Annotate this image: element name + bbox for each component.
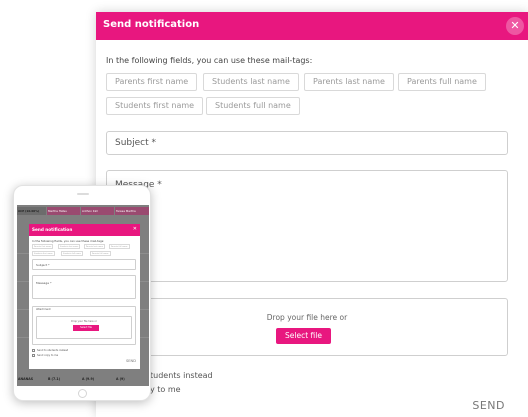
phone-preview: ACE (10.00%) Martha Hatsu Anthon Kim Ter… <box>13 185 151 401</box>
send-button[interactable]: SEND <box>472 399 505 412</box>
phone-mail-tags-intro: In the following fields, you can use the… <box>32 239 105 243</box>
phone-message-field: Message * <box>32 275 136 299</box>
phone-mail-tag: Students last name <box>58 244 81 249</box>
mail-tag-parents-last-name[interactable]: Parents last name <box>304 73 394 91</box>
phone-table-header-cell: Martha Hatsu <box>47 207 80 215</box>
phone-home-button <box>78 389 87 398</box>
mail-tag-parents-first-name[interactable]: Parents first name <box>106 73 198 91</box>
phone-speaker <box>77 193 89 195</box>
phone-mail-tag: Parents last name <box>84 244 106 249</box>
phone-checkbox <box>32 349 35 352</box>
message-field[interactable]: Message * <box>106 170 508 282</box>
phone-checkbox <box>32 354 35 357</box>
close-icon[interactable]: ✕ <box>506 17 524 35</box>
phone-modal-title: Send notification <box>32 227 73 232</box>
phone-modal-header: Send notification ✕ <box>29 224 140 236</box>
send-notification-modal: Send notification ✕ In the following fie… <box>96 12 528 417</box>
phone-table-header-cell: Teresa Martha <box>115 207 149 215</box>
subject-label: Subject * <box>115 138 157 148</box>
phone-table-cell: ANANAS <box>18 377 34 381</box>
phone-file-drop-area: Drop your file here or Select file <box>36 316 132 339</box>
phone-screen: ACE (10.00%) Martha Hatsu Anthon Kim Ter… <box>17 205 149 386</box>
send-to-students-instead-checkbox-label[interactable]: tudents instead <box>150 371 213 380</box>
phone-table-header-cell: Anthon Kim <box>81 207 114 215</box>
phone-mail-tag: Parents full name <box>109 244 130 249</box>
file-drop-area[interactable]: Drop your file here or Select file <box>106 298 508 356</box>
mail-tags-intro: In the following fields, you can use the… <box>106 56 313 65</box>
phone-mail-tag: Parents first name <box>32 244 54 249</box>
phone-send-to-students-label: Send to students instead <box>37 348 69 352</box>
modal-header: Send notification ✕ <box>96 12 528 40</box>
send-copy-to-me-checkbox-label[interactable]: y to me <box>150 385 181 394</box>
phone-mail-tag: Parents full name <box>90 251 111 256</box>
phone-drop-text: Drop your file here or <box>71 320 97 323</box>
mail-tag-parents-full-name[interactable]: Parents full name <box>398 73 486 91</box>
mail-tag-students-last-name[interactable]: Students last name <box>203 73 299 91</box>
phone-subject-field: Subject * <box>32 259 136 270</box>
phone-table-header-cell: ACE (10.00%) <box>17 207 46 215</box>
phone-send-notification-modal: Send notification ✕ In the following fie… <box>29 224 140 369</box>
phone-attachment-field: Attachment Drop your file here or Select… <box>32 306 136 345</box>
phone-mail-tag: Students full name <box>61 251 83 256</box>
phone-table-cell: A (9.9) <box>82 377 95 381</box>
select-file-button[interactable]: Select file <box>276 328 331 344</box>
mail-tag-students-full-name[interactable]: Students full name <box>206 97 300 115</box>
phone-mail-tag: Students first name <box>32 251 55 256</box>
modal-title: Send notification <box>103 19 200 30</box>
phone-message-label: Message * <box>36 281 52 285</box>
phone-table-cell: A (9) <box>116 377 125 381</box>
phone-table-header: ACE (10.00%) Martha Hatsu Anthon Kim Ter… <box>17 207 149 215</box>
phone-send-button: SEND <box>125 359 136 363</box>
phone-attachment-label: Attachment <box>36 308 51 311</box>
drop-text: Drop your file here or <box>266 313 348 322</box>
mail-tag-students-first-name[interactable]: Students first name <box>106 97 204 115</box>
phone-send-copy-label: Send copy to me <box>37 353 59 357</box>
phone-select-file-button: Select file <box>73 325 99 331</box>
phone-subject-label: Subject * <box>36 263 50 267</box>
phone-close-icon: ✕ <box>132 226 137 232</box>
phone-table-cell: B (7.1) <box>48 377 61 381</box>
subject-field[interactable]: Subject * <box>106 131 508 155</box>
